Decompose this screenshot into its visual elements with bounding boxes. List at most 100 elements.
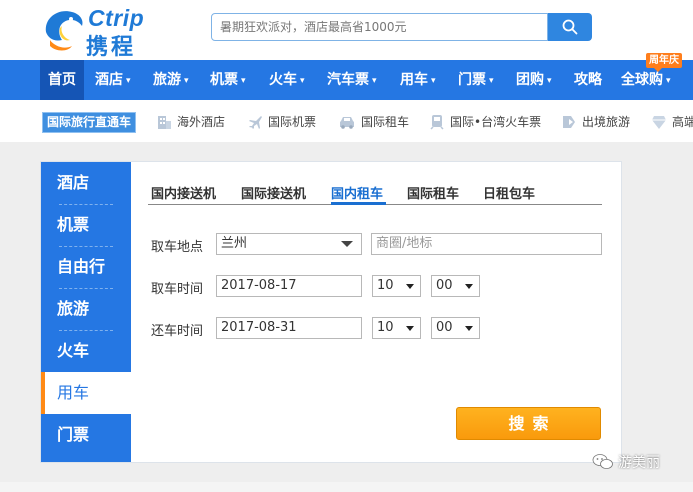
- sub-nav: 国际旅行直通车 海外酒店 国际机票 国际租车 国际•台湾火车票 出境旅游 高端: [0, 100, 693, 142]
- nav-item-ticket[interactable]: 门票 ▾: [458, 60, 494, 100]
- subnav-label: 国际机票: [268, 115, 317, 129]
- subnav-label: 海外酒店: [177, 115, 226, 129]
- caret-down-icon: [465, 326, 473, 331]
- wechat-icon: [592, 454, 613, 469]
- return-date-input[interactable]: 2017-08-31: [216, 317, 362, 339]
- chevron-down-icon: ▾: [431, 76, 436, 86]
- anniversary-badge: 周年庆: [646, 53, 682, 72]
- nav-label: 火车: [269, 72, 297, 88]
- search-box: [211, 13, 548, 41]
- nav-item-flight[interactable]: 机票 ▾: [210, 60, 246, 100]
- search-submit-button[interactable]: 搜索: [456, 407, 601, 440]
- subnav-item-intl-train[interactable]: 国际•台湾火车票: [429, 112, 541, 132]
- chevron-down-icon: ▾: [241, 76, 246, 86]
- sidebar-item-car[interactable]: 用车: [41, 372, 131, 414]
- tab-domestic-car-rental[interactable]: 国内租车: [331, 183, 383, 203]
- subnav-label: 国际租车: [361, 115, 410, 129]
- subnav-label: 国际•台湾火车票: [450, 115, 542, 129]
- bottom-strip: [0, 482, 693, 492]
- sidebar-item-flight[interactable]: 机票: [41, 204, 131, 246]
- building-icon: [158, 116, 171, 129]
- nav-item-hotel[interactable]: 酒店 ▾: [95, 60, 131, 100]
- sidebar-item-tour[interactable]: 旅游: [41, 288, 131, 330]
- sidebar-item-hotel[interactable]: 酒店: [41, 162, 131, 204]
- tab-domestic-airport-transfer[interactable]: 国内接送机: [151, 183, 216, 203]
- search-button[interactable]: [548, 13, 592, 41]
- subnav-item-luxury[interactable]: 高端: [651, 112, 693, 132]
- chevron-down-icon: ▾: [489, 76, 494, 86]
- nav-label: 用车: [400, 72, 428, 88]
- chevron-down-icon: ▾: [300, 76, 305, 86]
- flag-icon: [563, 116, 575, 128]
- caret-down-icon: [406, 326, 414, 331]
- category-sidebar: 酒店 机票 自由行 旅游 火车 用车 门票: [41, 162, 131, 462]
- tab-daily-charter[interactable]: 日租包车: [483, 183, 535, 203]
- chevron-down-icon: ▾: [184, 76, 189, 86]
- nav-item-guide[interactable]: 攻略: [574, 60, 602, 100]
- nav-label: 酒店: [95, 72, 123, 88]
- main-nav: 首页 酒店 ▾ 旅游 ▾ 机票 ▾ 火车 ▾ 汽车票 ▾ 用车 ▾ 门票 ▾ 团购 ▾ 攻略 全…: [0, 60, 693, 100]
- logo-text-en: Ctrip: [88, 5, 145, 31]
- car-icon: [340, 117, 354, 129]
- chevron-down-icon: ▾: [547, 76, 552, 86]
- watermark: 游美丽: [592, 452, 660, 472]
- nav-label: 门票: [458, 72, 486, 88]
- pickup-hour-select[interactable]: 10: [372, 275, 421, 297]
- pickup-area-input[interactable]: 商圈/地标: [371, 233, 602, 255]
- ctrip-logo[interactable]: Ctrip 携程: [40, 4, 164, 60]
- pickup-city-select[interactable]: 兰州: [216, 233, 362, 255]
- train-icon: [430, 115, 444, 130]
- pickup-minute-value: 00: [436, 278, 453, 293]
- return-minute-select[interactable]: 00: [431, 317, 480, 339]
- nav-item-groupbuy[interactable]: 团购 ▾: [516, 60, 552, 100]
- search-icon: [562, 19, 578, 35]
- nav-item-travel[interactable]: 旅游 ▾: [153, 60, 189, 100]
- pickup-hour-value: 10: [377, 278, 394, 293]
- pickup-date-input[interactable]: 2017-08-17: [216, 275, 362, 297]
- nav-item-car[interactable]: 用车 ▾: [400, 60, 436, 100]
- nav-label: 攻略: [574, 72, 602, 88]
- nav-label: 全球购: [621, 72, 663, 88]
- return-time-label: 还车时间: [151, 324, 204, 339]
- subnav-item-outbound-tour[interactable]: 出境旅游: [561, 112, 630, 132]
- dolphin-logo-icon: [45, 11, 83, 51]
- nav-label: 汽车票: [327, 72, 369, 88]
- pickup-location-label: 取车地点: [151, 240, 204, 255]
- subnav-item-intl-flight[interactable]: 国际机票: [247, 112, 316, 132]
- watermark-text: 游美丽: [618, 455, 660, 471]
- header: Ctrip 携程: [0, 0, 693, 60]
- caret-down-icon: [341, 241, 353, 247]
- subnav-label: 高端: [672, 115, 693, 129]
- subnav-item-intl-car[interactable]: 国际租车: [338, 112, 409, 132]
- intl-travel-tag[interactable]: 国际旅行直通车: [42, 112, 137, 133]
- return-hour-select[interactable]: 10: [372, 317, 421, 339]
- sidebar-item-ticket[interactable]: 门票: [41, 414, 131, 456]
- pickup-time-label: 取车时间: [151, 282, 204, 297]
- nav-item-train[interactable]: 火车 ▾: [269, 60, 305, 100]
- sidebar-item-free-travel[interactable]: 自由行: [41, 246, 131, 288]
- return-hour-value: 10: [377, 320, 394, 335]
- logo-text-cn: 携程: [86, 35, 137, 60]
- tab-intl-car-rental[interactable]: 国际租车: [407, 183, 459, 203]
- nav-label: 机票: [210, 72, 238, 88]
- active-tab-indicator: [331, 202, 386, 205]
- nav-item-bus[interactable]: 汽车票 ▾: [327, 60, 377, 100]
- chevron-down-icon: ▾: [666, 76, 671, 86]
- subnav-item-overseas-hotel[interactable]: 海外酒店: [156, 112, 225, 132]
- search-input[interactable]: [212, 14, 548, 40]
- tab-intl-airport-transfer[interactable]: 国际接送机: [241, 183, 306, 203]
- return-minute-value: 00: [436, 320, 453, 335]
- pickup-city-value: 兰州: [221, 236, 248, 251]
- airplane-icon: [249, 116, 262, 129]
- nav-item-home[interactable]: 首页: [40, 60, 84, 100]
- diamond-icon: [652, 116, 666, 129]
- caret-down-icon: [406, 284, 414, 289]
- caret-down-icon: [465, 284, 473, 289]
- nav-label: 旅游: [153, 72, 181, 88]
- pickup-minute-select[interactable]: 00: [431, 275, 480, 297]
- chevron-down-icon: ▾: [372, 76, 377, 86]
- sidebar-item-train[interactable]: 火车: [41, 330, 131, 372]
- chevron-down-icon: ▾: [126, 76, 131, 86]
- nav-label: 首页: [48, 72, 76, 88]
- subnav-label: 出境旅游: [582, 115, 631, 129]
